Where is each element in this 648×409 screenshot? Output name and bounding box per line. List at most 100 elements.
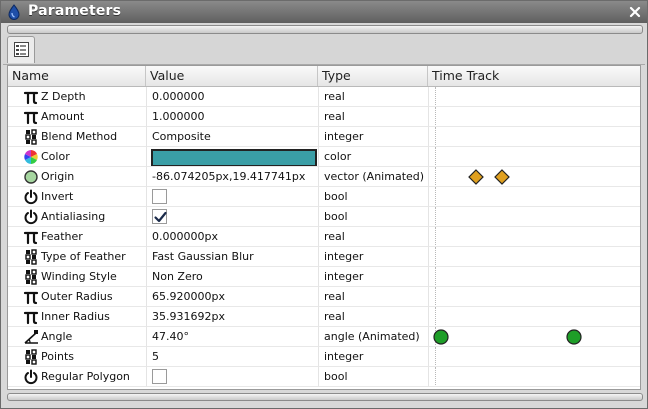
param-value-cell[interactable]: -86.074205px,19.417741px: [146, 167, 318, 187]
param-value-text: 47.40°: [152, 330, 189, 343]
angle-icon: [23, 329, 39, 345]
param-row[interactable]: Color color: [8, 147, 640, 167]
time-track-cell[interactable]: [428, 167, 640, 187]
param-value-cell[interactable]: Non Zero: [146, 267, 318, 287]
waypoint-circle[interactable]: [566, 329, 582, 346]
time-track-cell[interactable]: [428, 187, 640, 207]
param-value-cell[interactable]: Fast Gaussian Blur: [146, 247, 318, 267]
param-value-cell[interactable]: 0.000000: [146, 87, 318, 107]
power-icon: [23, 209, 39, 225]
param-value-text: Fast Gaussian Blur: [152, 250, 254, 263]
param-row[interactable]: Angle 47.40° angle (Animated): [8, 327, 640, 347]
time-cursor-line: [435, 267, 436, 286]
param-name-label: Origin: [41, 170, 75, 183]
time-track-cell[interactable]: [428, 367, 640, 387]
param-checkbox[interactable]: [152, 369, 167, 384]
param-name-cell[interactable]: Regular Polygon: [8, 367, 146, 387]
param-row[interactable]: Z Depth 0.000000 real: [8, 87, 640, 107]
color-swatch[interactable]: [151, 149, 317, 166]
param-name-cell[interactable]: Blend Method: [8, 127, 146, 147]
time-track-cell[interactable]: [428, 287, 640, 307]
color-wheel-icon: [23, 149, 39, 165]
time-track-cell[interactable]: [428, 107, 640, 127]
param-value-cell[interactable]: 1.000000: [146, 107, 318, 127]
time-track-cell[interactable]: [428, 247, 640, 267]
time-cursor-line: [435, 367, 436, 386]
panel-grip-bar[interactable]: [7, 25, 643, 34]
param-checkbox[interactable]: [152, 209, 167, 224]
param-row[interactable]: Origin -86.074205px,19.417741px vector (An…: [8, 167, 640, 187]
param-row[interactable]: Regular Polygon bool: [8, 367, 640, 387]
param-name-label: Type of Feather: [41, 250, 126, 263]
param-value-cell[interactable]: [146, 147, 318, 167]
param-value-cell[interactable]: Composite: [146, 127, 318, 147]
param-row[interactable]: Amount 1.000000 real: [8, 107, 640, 127]
list-icon: [23, 249, 39, 265]
param-value-cell[interactable]: 47.40°: [146, 327, 318, 347]
param-type-cell: real: [318, 227, 428, 247]
tab-params[interactable]: [7, 36, 35, 63]
param-name-cell[interactable]: Outer Radius: [8, 287, 146, 307]
waypoint-circle[interactable]: [433, 329, 449, 346]
time-cursor-line: [435, 207, 436, 226]
time-track-cell[interactable]: [428, 207, 640, 227]
time-track-cell[interactable]: [428, 347, 640, 367]
param-value-cell[interactable]: 65.920000px: [146, 287, 318, 307]
time-cursor-line: [435, 167, 436, 186]
param-row[interactable]: Points 5 integer: [8, 347, 640, 367]
column-name-header[interactable]: Name: [8, 66, 146, 86]
table-header: Name Value Type Time Track: [8, 66, 640, 87]
time-track-cell[interactable]: [428, 267, 640, 287]
power-icon: [23, 369, 39, 385]
param-name-cell[interactable]: Amount: [8, 107, 146, 127]
pi-icon: [23, 309, 39, 325]
param-type-cell: vector (Animated): [318, 167, 428, 187]
param-checkbox[interactable]: [152, 189, 167, 204]
param-name-cell[interactable]: Color: [8, 147, 146, 167]
param-name-cell[interactable]: Antialiasing: [8, 207, 146, 227]
param-row[interactable]: Outer Radius 65.920000px real: [8, 287, 640, 307]
param-name-cell[interactable]: Type of Feather: [8, 247, 146, 267]
param-name-label: Winding Style: [41, 270, 117, 283]
param-row[interactable]: Invert bool: [8, 187, 640, 207]
param-name-cell[interactable]: Z Depth: [8, 87, 146, 107]
close-icon[interactable]: [628, 5, 642, 19]
bottom-grip-bar[interactable]: [7, 393, 643, 401]
param-row[interactable]: Blend Method Composite integer: [8, 127, 640, 147]
param-name-cell[interactable]: Winding Style: [8, 267, 146, 287]
param-value-cell[interactable]: [146, 207, 318, 227]
column-type-header[interactable]: Type: [318, 66, 428, 86]
param-value-cell[interactable]: 5: [146, 347, 318, 367]
param-value-cell[interactable]: 35.931692px: [146, 307, 318, 327]
param-name-cell[interactable]: Origin: [8, 167, 146, 187]
time-track-cell[interactable]: [428, 87, 640, 107]
column-value-header[interactable]: Value: [146, 66, 318, 86]
param-name-label: Invert: [41, 190, 74, 203]
waypoint-diamond[interactable]: [468, 169, 484, 186]
param-row[interactable]: Type of Feather Fast Gaussian Blur integer: [8, 247, 640, 267]
param-value-cell[interactable]: [146, 187, 318, 207]
param-name-cell[interactable]: Feather: [8, 227, 146, 247]
param-row[interactable]: Feather 0.000000px real: [8, 227, 640, 247]
param-name-cell[interactable]: Angle: [8, 327, 146, 347]
param-name-cell[interactable]: Invert: [8, 187, 146, 207]
param-row[interactable]: Winding Style Non Zero integer: [8, 267, 640, 287]
title-bar[interactable]: Parameters: [1, 1, 647, 23]
param-value-cell[interactable]: [146, 367, 318, 387]
column-timetrack-header[interactable]: Time Track: [428, 66, 640, 86]
time-cursor-line: [435, 147, 436, 166]
time-track-cell[interactable]: [428, 147, 640, 167]
param-name-cell[interactable]: Inner Radius: [8, 307, 146, 327]
param-name-cell[interactable]: Points: [8, 347, 146, 367]
time-track-cell[interactable]: [428, 127, 640, 147]
param-value-text: 65.920000px: [152, 290, 225, 303]
time-track-cell[interactable]: [428, 327, 640, 347]
time-track-cell[interactable]: [428, 307, 640, 327]
param-row[interactable]: Inner Radius 35.931692px real: [8, 307, 640, 327]
param-type-cell: real: [318, 287, 428, 307]
time-track-cell[interactable]: [428, 227, 640, 247]
param-value-cell[interactable]: 0.000000px: [146, 227, 318, 247]
param-row[interactable]: Antialiasing bool: [8, 207, 640, 227]
param-value-text: Composite: [152, 130, 211, 143]
waypoint-diamond[interactable]: [494, 169, 510, 186]
